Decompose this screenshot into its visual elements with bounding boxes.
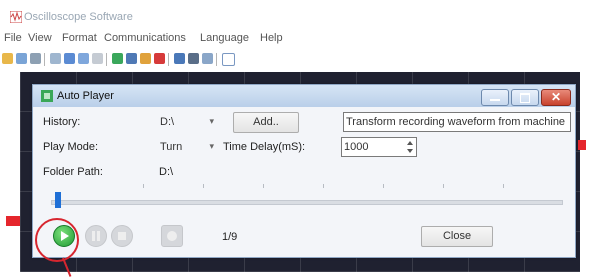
menu-format[interactable]: Format bbox=[62, 32, 97, 44]
play-mode-value: Turn bbox=[160, 141, 183, 153]
layout-icon[interactable] bbox=[50, 53, 61, 64]
time-delay-value: 1000 bbox=[344, 141, 369, 153]
book-icon[interactable] bbox=[202, 53, 213, 64]
play-mode-label: Play Mode: bbox=[43, 141, 99, 153]
slider-tick bbox=[443, 184, 444, 188]
app-title: Oscilloscope Software bbox=[24, 11, 133, 23]
trigger-marker[interactable] bbox=[578, 140, 586, 150]
settings-icon[interactable] bbox=[140, 53, 151, 64]
toolbar-separator bbox=[44, 53, 45, 66]
history-value: D:\ bbox=[160, 116, 175, 128]
help-icon[interactable] bbox=[222, 53, 235, 66]
slider-tick bbox=[203, 184, 204, 188]
highlight-circle bbox=[35, 218, 79, 262]
menu-bar: File View Format Communications Language… bbox=[0, 32, 595, 50]
channel-marker[interactable] bbox=[6, 216, 20, 226]
pause-button[interactable] bbox=[85, 225, 107, 247]
slider-thumb[interactable] bbox=[55, 192, 61, 208]
dialog-title: Auto Player bbox=[57, 90, 114, 102]
export-icon[interactable] bbox=[174, 53, 185, 64]
menu-help[interactable]: Help bbox=[260, 32, 283, 44]
slider-tick bbox=[383, 184, 384, 188]
history-label: History: bbox=[43, 116, 81, 128]
chevron-down-icon: ▾ bbox=[209, 141, 214, 151]
slider-tick bbox=[323, 184, 324, 188]
chevron-down-icon: ▾ bbox=[209, 116, 214, 126]
app-titlebar: Oscilloscope Software bbox=[0, 0, 595, 30]
play-mode-select[interactable]: Turn ▾ bbox=[157, 138, 219, 157]
playback-slider[interactable] bbox=[51, 200, 563, 205]
slider-tick bbox=[503, 184, 504, 188]
connect-icon[interactable] bbox=[112, 53, 123, 64]
time-delay-stepper[interactable]: 1000 bbox=[341, 137, 417, 157]
add-button[interactable]: Add.. bbox=[233, 112, 299, 133]
capture-icon[interactable] bbox=[126, 53, 137, 64]
toolbar-separator bbox=[168, 53, 169, 66]
arrow-icon[interactable] bbox=[92, 53, 103, 64]
record-icon bbox=[167, 231, 177, 241]
transform-text-field[interactable]: Transform recording waveform from machin… bbox=[343, 112, 571, 132]
menu-communications[interactable]: Communications bbox=[104, 32, 186, 44]
history-select[interactable]: D:\ ▾ bbox=[157, 113, 219, 132]
auto-player-dialog: Auto Player ✕ History: D:\ ▾ Add.. Trans… bbox=[32, 84, 576, 258]
pause-icon bbox=[92, 231, 95, 241]
record-button[interactable] bbox=[161, 225, 183, 247]
maximize-icon bbox=[520, 93, 530, 103]
spin-arrows-icon[interactable] bbox=[406, 139, 414, 155]
time-delay-label: Time Delay(mS): bbox=[223, 141, 306, 153]
stop-icon[interactable] bbox=[154, 53, 165, 64]
auto-player-icon bbox=[41, 90, 53, 102]
minimize-button[interactable] bbox=[481, 89, 509, 106]
save-icon[interactable] bbox=[16, 53, 27, 64]
minimize-icon bbox=[490, 99, 500, 101]
line-icon[interactable] bbox=[78, 53, 89, 64]
stop-icon bbox=[118, 232, 126, 240]
folder-path-label: Folder Path: bbox=[43, 166, 103, 178]
folder-path-value: D:\ bbox=[159, 166, 174, 178]
report-icon[interactable] bbox=[188, 53, 199, 64]
close-button[interactable]: Close bbox=[421, 226, 493, 247]
toolbar-separator bbox=[216, 53, 217, 66]
slider-tick bbox=[263, 184, 264, 188]
stop-button[interactable] bbox=[111, 225, 133, 247]
close-window-button[interactable]: ✕ bbox=[541, 89, 571, 106]
close-icon: ✕ bbox=[551, 90, 562, 104]
grid-icon[interactable] bbox=[64, 53, 75, 64]
menu-view[interactable]: View bbox=[28, 32, 52, 44]
app-icon bbox=[10, 11, 22, 23]
toolbar-separator bbox=[106, 53, 107, 66]
print-icon[interactable] bbox=[30, 53, 41, 64]
menu-file[interactable]: File bbox=[4, 32, 22, 44]
dialog-titlebar[interactable]: Auto Player ✕ bbox=[33, 85, 575, 107]
menu-language[interactable]: Language bbox=[200, 32, 249, 44]
slider-tick bbox=[143, 184, 144, 188]
toolbar bbox=[0, 50, 595, 70]
maximize-button[interactable] bbox=[511, 89, 539, 106]
page-indicator: 1/9 bbox=[222, 231, 238, 243]
open-folder-icon[interactable] bbox=[2, 53, 13, 64]
